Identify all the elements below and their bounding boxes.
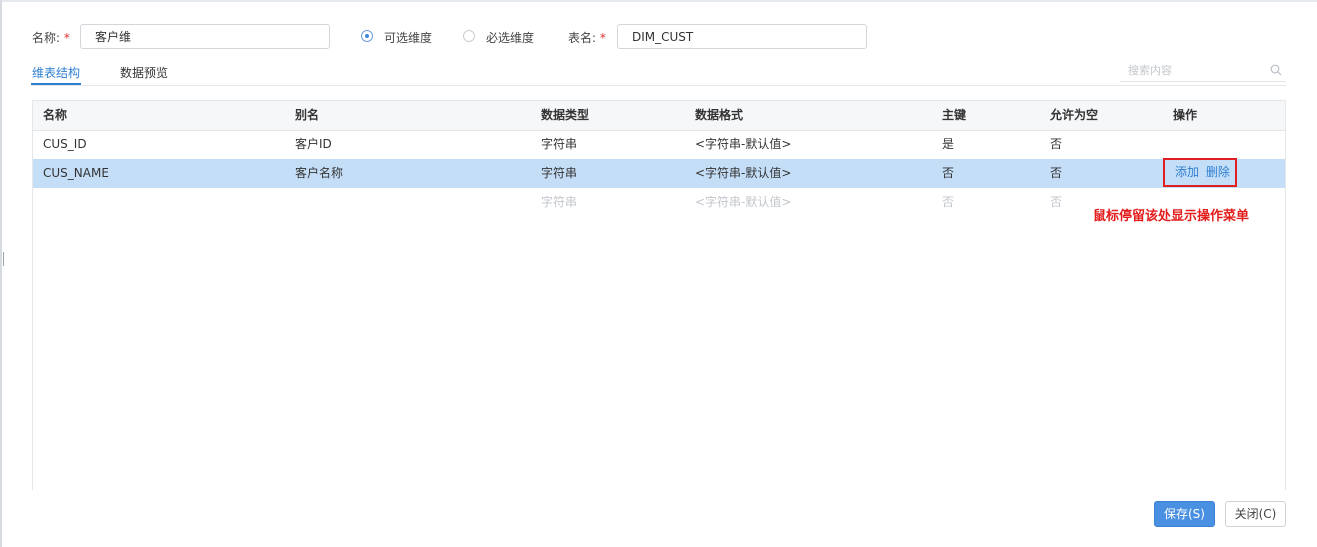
cell-name: CUS_ID: [43, 137, 87, 151]
cell-data-format: <字符串-默认值>: [695, 195, 792, 209]
cell-alias: 客户ID: [295, 137, 332, 151]
column-header-name: 名称: [43, 108, 68, 122]
column-header-nullable: 允许为空: [1050, 108, 1099, 122]
cell-data-type: 字符串: [541, 166, 578, 180]
table-name-label: 表名: *: [568, 31, 606, 45]
cell-name: CUS_NAME: [43, 166, 109, 180]
close-button[interactable]: 关闭(C): [1225, 501, 1286, 527]
window-left-border: [0, 0, 2, 547]
table-header-row: 名称 别名 数据类型 数据格式 主键 允许为空 操作: [33, 101, 1285, 131]
name-label: 名称: *: [32, 31, 70, 45]
cell-data-type: 字符串: [541, 137, 578, 151]
required-mark: *: [599, 31, 606, 45]
cell-primary-key: 否: [942, 166, 955, 180]
delete-row-link[interactable]: 删除: [1206, 165, 1230, 179]
window-top-border: [0, 0, 1317, 2]
column-header-data-type: 数据类型: [541, 108, 590, 122]
cell-nullable: 否: [1050, 137, 1063, 151]
save-button[interactable]: 保存(S): [1154, 501, 1215, 527]
cell-data-type: 字符串: [541, 195, 578, 209]
tab-dimension-structure[interactable]: 维表结构: [32, 64, 80, 81]
cell-data-format: <字符串-默认值>: [695, 137, 792, 151]
row-actions-menu: 添加 删除: [1163, 158, 1237, 187]
cell-primary-key: 否: [942, 195, 955, 209]
table-row[interactable]: CUS_ID 客户ID 字符串 <字符串-默认值> 是 否: [33, 130, 1285, 160]
name-input[interactable]: [80, 24, 330, 49]
radio-required-dimension[interactable]: [463, 30, 475, 42]
resize-handle[interactable]: [3, 252, 4, 266]
cell-alias: 客户名称: [295, 166, 344, 180]
required-mark: *: [63, 31, 70, 45]
radio-required-label: 必选维度: [486, 31, 535, 45]
cell-primary-key: 是: [942, 137, 955, 151]
table-name-input[interactable]: [617, 24, 867, 49]
structure-table: 名称 别名 数据类型 数据格式 主键 允许为空 操作 CUS_ID 客户ID 字…: [32, 100, 1286, 490]
search-icon[interactable]: [1270, 64, 1282, 76]
radio-optional-dimension[interactable]: [361, 30, 373, 42]
table-row-selected[interactable]: CUS_NAME 客户名称 字符串 <字符串-默认值> 否 否: [33, 159, 1285, 188]
cell-data-format: <字符串-默认值>: [695, 166, 792, 180]
cell-nullable: 否: [1050, 166, 1063, 180]
column-header-data-format: 数据格式: [695, 108, 744, 122]
column-header-actions: 操作: [1173, 108, 1198, 122]
column-header-alias: 别名: [295, 108, 320, 122]
cell-nullable: 否: [1050, 195, 1063, 209]
search-input[interactable]: [1120, 60, 1286, 82]
hover-hint-annotation: 鼠标停留该处显示操作菜单: [1093, 209, 1250, 224]
tab-data-preview[interactable]: 数据预览: [120, 64, 168, 81]
tabs-divider: [31, 85, 1286, 86]
column-header-primary-key: 主键: [942, 108, 967, 122]
add-row-link[interactable]: 添加: [1175, 165, 1199, 179]
radio-optional-label: 可选维度: [384, 31, 433, 45]
